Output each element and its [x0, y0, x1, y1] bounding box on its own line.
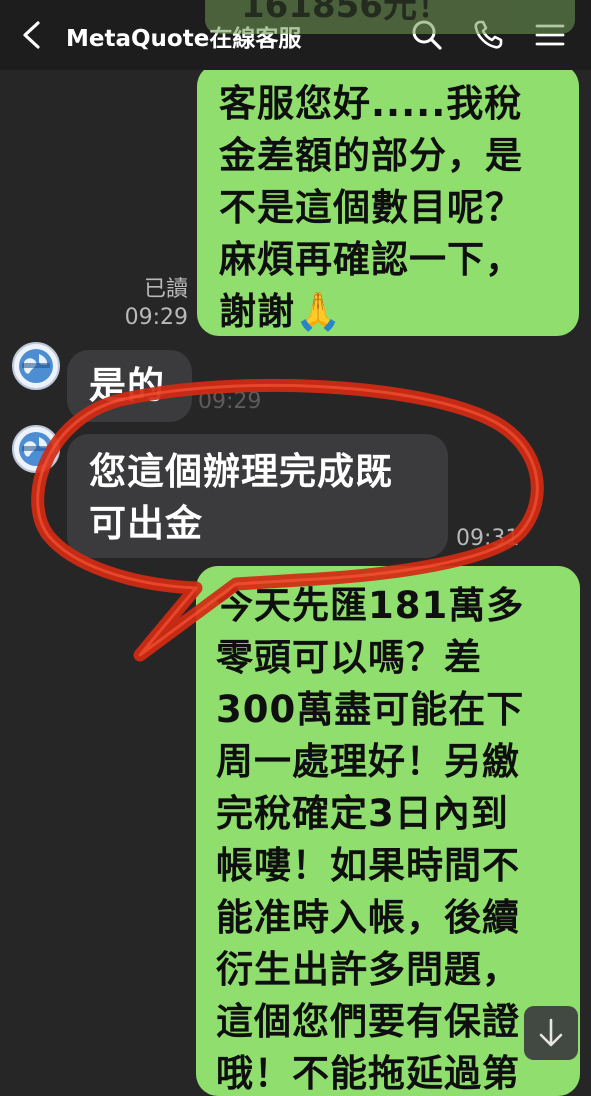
avatar[interactable]	[12, 425, 60, 473]
message-time: 09:29	[198, 389, 262, 414]
read-receipt: 已讀	[143, 277, 188, 302]
globe-icon	[19, 349, 53, 383]
message-bubble-incoming[interactable]: 是的	[67, 350, 192, 422]
message-time: 09:29	[124, 305, 188, 330]
arrow-down-icon	[539, 1018, 563, 1047]
chevron-left-icon[interactable]	[18, 20, 46, 50]
message-bubble-outgoing[interactable]: 客服您好.....我稅 金差額的部分，是 不是這個數目呢？ 麻煩再確認一下， 謝…	[197, 64, 579, 336]
overlay-previous-bubble: 161856元！	[205, 0, 575, 34]
message-bubble-outgoing[interactable]: 今天先匯181萬多 零頭可以嗎？差 300萬盡可能在下 周一處理好！另繳 完稅確…	[196, 566, 580, 1096]
globe-icon	[19, 432, 53, 466]
avatar[interactable]	[12, 342, 60, 390]
scroll-to-bottom-button[interactable]	[524, 1006, 578, 1060]
message-time: 09:31	[456, 526, 520, 551]
message-bubble-incoming[interactable]: 您這個辦理完成既 可出金	[67, 434, 448, 558]
message-meta: 已讀 09:29	[100, 276, 188, 332]
